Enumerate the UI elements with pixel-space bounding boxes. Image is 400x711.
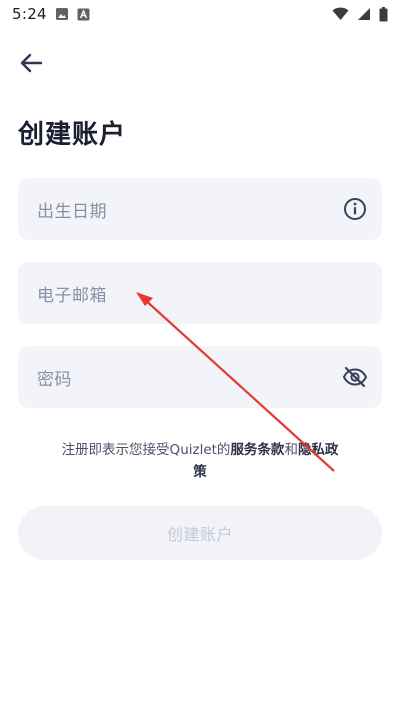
eye-off-icon[interactable]: [342, 364, 368, 390]
battery-icon: [379, 6, 388, 22]
terms-of-service-link[interactable]: 服务条款: [230, 442, 284, 458]
birthdate-field[interactable]: 出生日期: [18, 178, 382, 240]
back-button[interactable]: [14, 48, 48, 78]
a-badge-icon: [77, 8, 90, 21]
email-placeholder: 电子邮箱: [37, 285, 107, 306]
status-time: 5:24: [12, 5, 47, 23]
email-field[interactable]: 电子邮箱: [18, 262, 382, 324]
signal-icon: [357, 7, 371, 21]
terms-conjunction: 和: [284, 442, 298, 458]
arrow-left-icon: [19, 52, 43, 74]
terms-prefix: 注册即表示您接受Quizlet的: [61, 442, 231, 458]
info-icon[interactable]: [342, 196, 368, 222]
create-account-label: 创建账户: [166, 525, 233, 544]
status-bar: 5:24: [0, 0, 400, 28]
status-left: 5:24: [12, 5, 90, 23]
password-placeholder: 密码: [37, 369, 72, 390]
birthdate-placeholder: 出生日期: [37, 201, 107, 222]
create-account-button[interactable]: 创建账户: [18, 506, 382, 560]
terms-text: 注册即表示您接受Quizlet的服务条款和隐私政策: [60, 439, 340, 483]
status-right: [332, 6, 388, 22]
image-icon: [55, 7, 69, 21]
page-title: 创建账户: [18, 120, 127, 150]
wifi-icon: [332, 7, 349, 21]
password-field[interactable]: 密码: [18, 346, 382, 408]
